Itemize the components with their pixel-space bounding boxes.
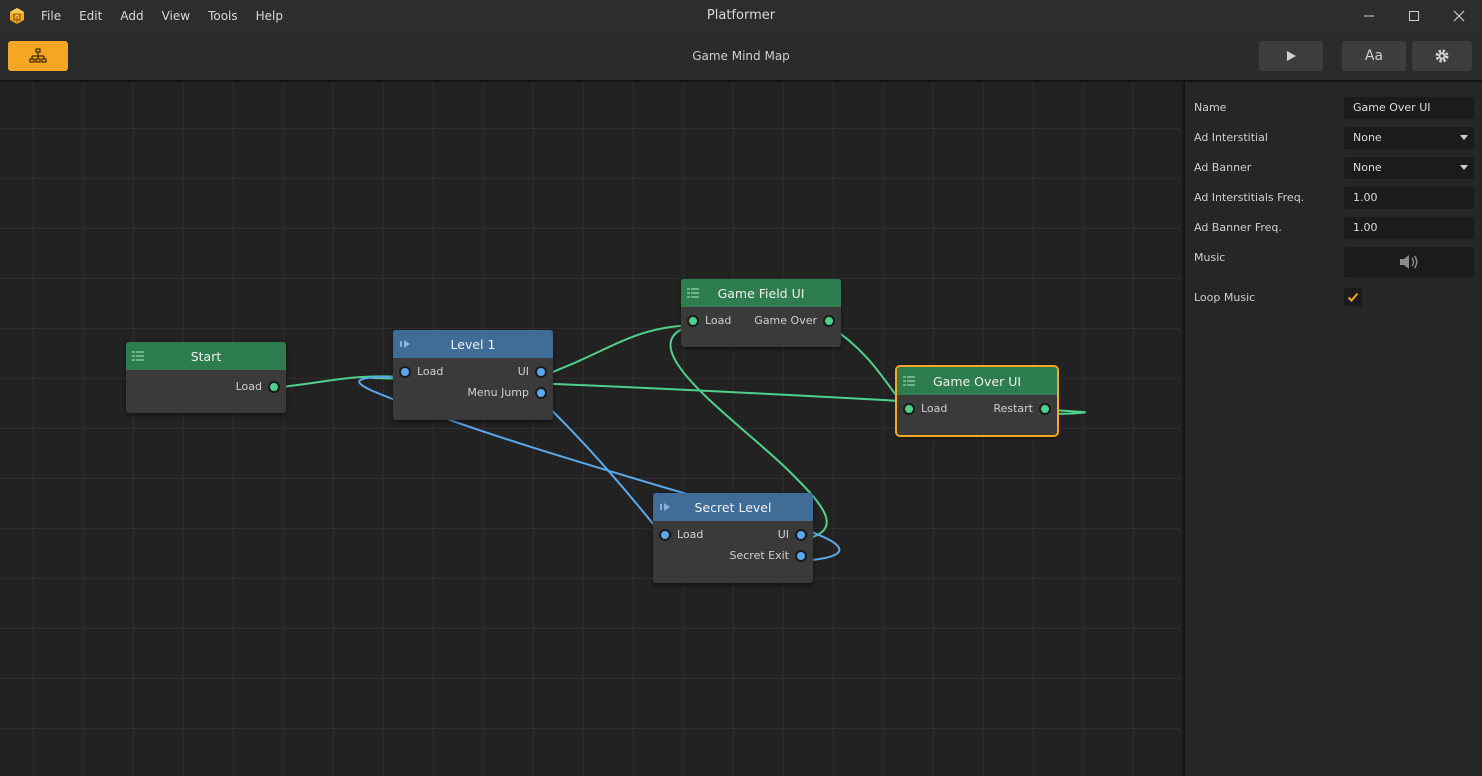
- prop-ad-interstitial: Ad Interstitial None: [1194, 127, 1475, 149]
- close-button[interactable]: [1436, 0, 1482, 32]
- app-logo-icon: [10, 8, 24, 24]
- port-label-menu-jump: Menu Jump: [467, 386, 529, 399]
- menu-bar: File Edit Add View Tools Help: [32, 0, 292, 32]
- gear-icon: [1435, 49, 1449, 63]
- port-label-ui: UI: [777, 528, 789, 541]
- prop-label: Ad Interstitials Freq.: [1194, 191, 1305, 204]
- toolbar: Game Mind Map Aa: [0, 32, 1482, 82]
- chevron-down-icon: [1460, 165, 1468, 170]
- font-button[interactable]: Aa: [1342, 41, 1406, 71]
- input-port-load[interactable]: [659, 529, 671, 541]
- node-title: Game Field UI: [717, 285, 805, 301]
- port-label-load: Load: [705, 314, 732, 327]
- chevron-down-icon: [1460, 135, 1468, 140]
- node-secret-level[interactable]: Secret Level Load UI Secret Exit: [653, 493, 813, 583]
- music-picker[interactable]: [1344, 247, 1474, 277]
- node-game-over-ui[interactable]: Game Over UI Load Restart: [895, 365, 1059, 437]
- mind-map-button[interactable]: [8, 41, 68, 71]
- output-port-menu-jump[interactable]: [535, 387, 547, 399]
- output-port-ui[interactable]: [795, 529, 807, 541]
- menu-add[interactable]: Add: [111, 0, 152, 32]
- input-port-load[interactable]: [687, 315, 699, 327]
- prop-loop-music: Loop Music: [1194, 287, 1475, 309]
- output-port-secret-exit[interactable]: [795, 550, 807, 562]
- close-icon: [1453, 10, 1465, 22]
- hierarchy-icon: [29, 48, 47, 63]
- play-icon: [1287, 51, 1296, 61]
- node-title: Level 1: [450, 336, 496, 352]
- output-port-game-over[interactable]: [823, 315, 835, 327]
- output-port-ui[interactable]: [535, 366, 547, 378]
- output-port-restart[interactable]: [1039, 403, 1051, 415]
- title-bar: File Edit Add View Tools Help Platformer: [0, 0, 1482, 32]
- name-input[interactable]: Game Over UI: [1344, 97, 1474, 119]
- level-icon: [660, 503, 670, 511]
- node-header[interactable]: Secret Level: [653, 493, 813, 521]
- ad-interstitial-select[interactable]: None: [1344, 127, 1474, 149]
- input-port-load[interactable]: [399, 366, 411, 378]
- menu-file[interactable]: File: [32, 0, 70, 32]
- port-label-restart: Restart: [993, 402, 1033, 415]
- prop-name: Name Game Over UI: [1194, 97, 1475, 119]
- node-level-1[interactable]: Level 1 Load UI Menu Jump: [393, 330, 553, 420]
- output-port-load[interactable]: [268, 381, 280, 393]
- level-icon: [400, 340, 410, 348]
- node-header[interactable]: Level 1: [393, 330, 553, 358]
- prop-ad-banner: Ad Banner None: [1194, 157, 1475, 179]
- node-title: Start: [190, 348, 222, 364]
- ad-banner-select[interactable]: None: [1344, 157, 1474, 179]
- node-title: Game Over UI: [932, 373, 1022, 389]
- port-label-secret-exit: Secret Exit: [729, 549, 790, 562]
- select-value: None: [1353, 161, 1382, 174]
- node-title: Secret Level: [694, 499, 772, 515]
- node-header[interactable]: Game Field UI: [681, 279, 841, 307]
- port-label-load: Load: [417, 365, 444, 378]
- select-value: None: [1353, 131, 1382, 144]
- node-header[interactable]: Start: [126, 342, 286, 370]
- minimize-button[interactable]: [1346, 0, 1392, 32]
- node-game-field-ui[interactable]: Game Field UI Load Game Over: [681, 279, 841, 347]
- prop-ad-interstitials-freq: Ad Interstitials Freq. 1.00: [1194, 187, 1475, 209]
- inspector-panel: Name Game Over UI Ad Interstitial None A…: [1183, 82, 1482, 776]
- prop-label: Ad Interstitial: [1194, 131, 1268, 144]
- speaker-icon: [1400, 255, 1418, 269]
- prop-ad-banner-freq: Ad Banner Freq. 1.00: [1194, 217, 1475, 239]
- settings-button[interactable]: [1412, 41, 1472, 71]
- document-title: Game Mind Map: [692, 49, 790, 63]
- port-label-load: Load: [921, 402, 948, 415]
- list-icon: [687, 288, 699, 298]
- port-label-load: Load: [235, 380, 262, 393]
- prop-label: Loop Music: [1194, 291, 1256, 304]
- menu-edit[interactable]: Edit: [70, 0, 111, 32]
- list-icon: [903, 376, 915, 386]
- prop-label: Music: [1194, 251, 1226, 264]
- maximize-icon: [1409, 11, 1419, 21]
- input-port-load[interactable]: [903, 403, 915, 415]
- node-start[interactable]: Start Load: [126, 342, 286, 413]
- loop-music-checkbox[interactable]: [1344, 288, 1362, 306]
- port-label-game-over: Game Over: [754, 314, 817, 327]
- ad-interstitials-freq-input[interactable]: 1.00: [1344, 187, 1474, 209]
- prop-label: Name: [1194, 101, 1227, 114]
- list-icon: [132, 351, 144, 361]
- prop-label: Ad Banner: [1194, 161, 1252, 174]
- play-button[interactable]: [1259, 41, 1323, 71]
- node-canvas[interactable]: Start Load Level 1 Load UI Menu Jump Gam…: [0, 82, 1181, 776]
- port-label-load: Load: [677, 528, 704, 541]
- menu-tools[interactable]: Tools: [199, 0, 247, 32]
- ad-banner-freq-input[interactable]: 1.00: [1344, 217, 1474, 239]
- port-label-ui: UI: [517, 365, 529, 378]
- prop-label: Ad Banner Freq.: [1194, 221, 1282, 234]
- minimize-icon: [1364, 15, 1374, 17]
- menu-help[interactable]: Help: [247, 0, 292, 32]
- maximize-button[interactable]: [1391, 0, 1437, 32]
- menu-view[interactable]: View: [153, 0, 199, 32]
- node-header[interactable]: Game Over UI: [897, 367, 1057, 395]
- checkmark-icon: [1347, 292, 1359, 302]
- prop-music: Music: [1194, 247, 1475, 277]
